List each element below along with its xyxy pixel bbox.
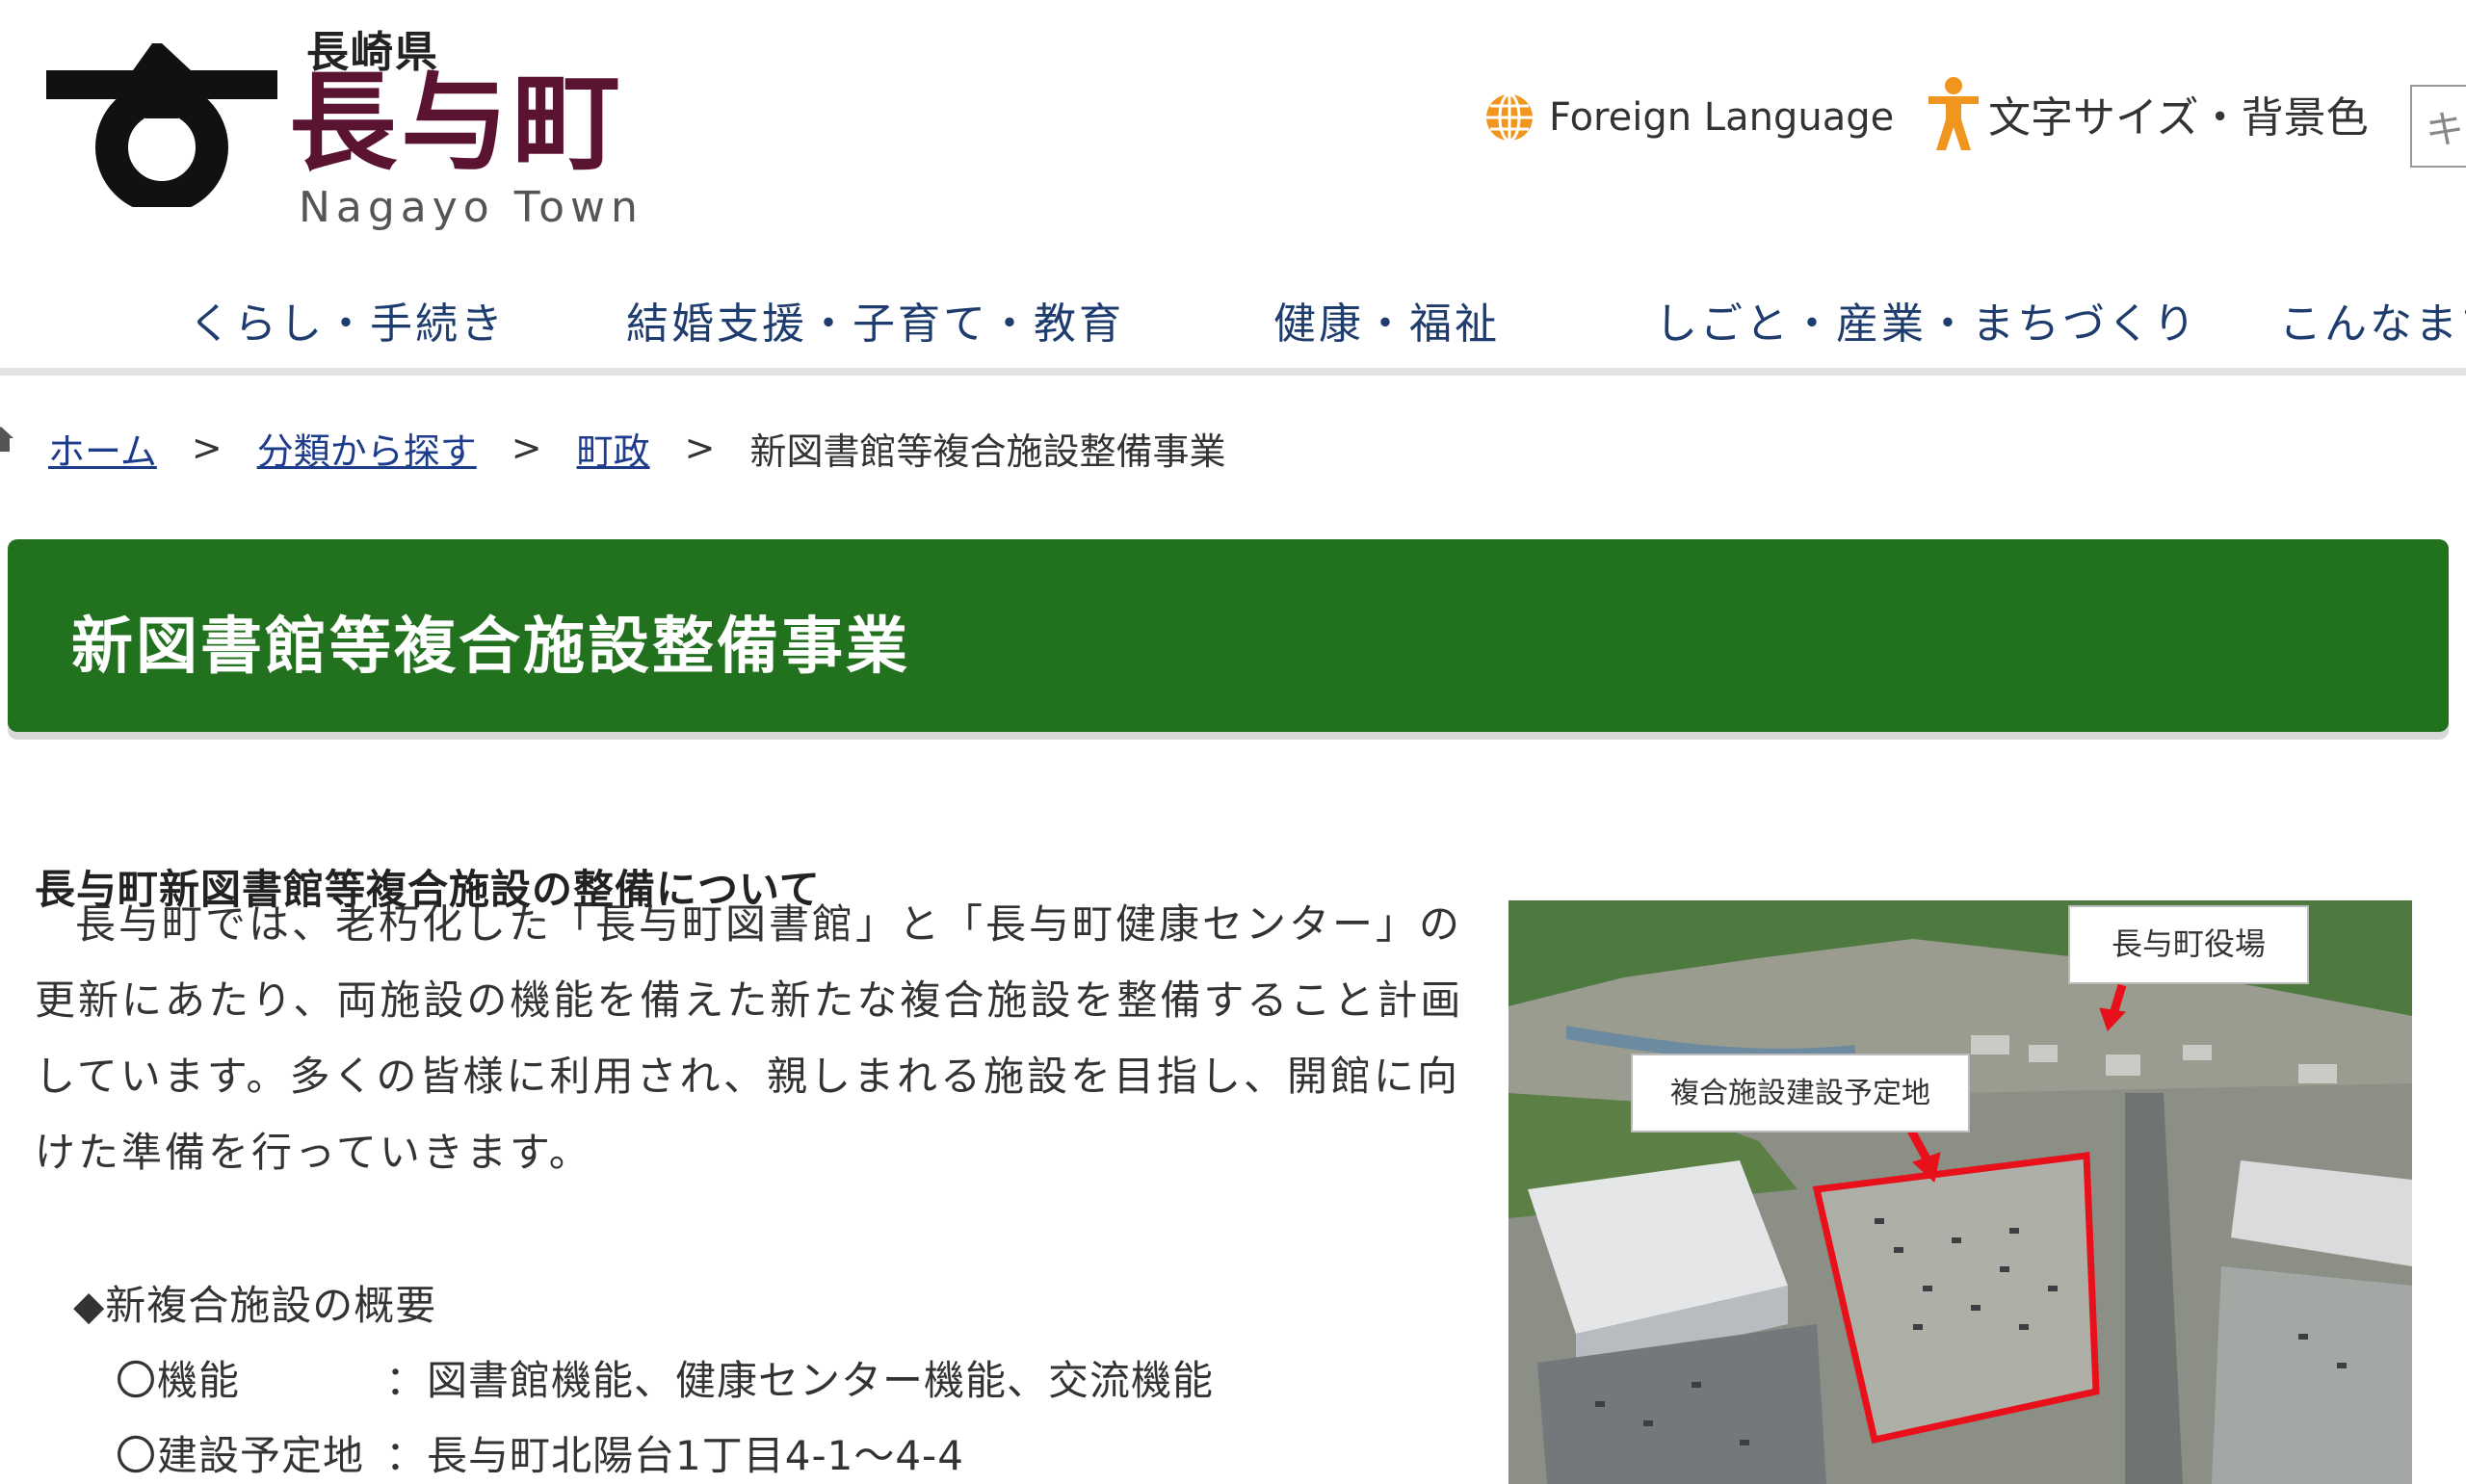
nav-item-health-welfare[interactable]: 健康・福祉 xyxy=(1273,289,1500,351)
home-icon xyxy=(0,427,13,452)
detail-label: 〇建設予定地 xyxy=(116,1432,365,1479)
detail-value: ：長与町北陽台1丁目4-1～4-4 xyxy=(385,1432,964,1479)
foreign-language-label: Foreign Language xyxy=(1549,95,1895,140)
text-size-background-link[interactable]: 文字サイズ・背景色 xyxy=(1927,77,2369,150)
nav-item-living-procedures[interactable]: くらし・手続き xyxy=(189,289,506,351)
logo-town-roman: Nagayo Town xyxy=(299,183,643,232)
aerial-site-photo: 長与町役場 複合施設建設予定地 xyxy=(1508,900,2412,1484)
page-title-band: 新図書館等複合施設整備事業 xyxy=(8,539,2449,732)
site-search-input[interactable]: キ xyxy=(2410,85,2466,168)
breadcrumb-home[interactable]: ホーム xyxy=(48,422,157,475)
breadcrumb-town-government[interactable]: 町政 xyxy=(577,422,650,475)
detail-row-site: 〇建設予定地 ：長与町北陽台1丁目4-1～4-4 xyxy=(116,1423,964,1482)
breadcrumb-separator: > xyxy=(191,427,223,469)
nav-item-marriage-childcare-education[interactable]: 結婚支援・子育て・教育 xyxy=(626,289,1124,351)
detail-row-function: 〇機能 ：図書館機能、健康センター機能、交流機能 xyxy=(116,1348,1214,1407)
svg-text:複合施設建設予定地: 複合施設建設予定地 xyxy=(1670,1077,1930,1110)
breadcrumb-category-search[interactable]: 分類から探す xyxy=(257,422,477,475)
aerial-photo-graphic: 長与町役場 複合施設建設予定地 xyxy=(1508,900,2412,1484)
text-size-background-label: 文字サイズ・背景色 xyxy=(1988,93,2369,143)
intro-paragraph: 長与町では、老朽化した「長与町図書館」と「長与町健康センター」の更新にあたり、両… xyxy=(35,900,1464,1176)
nav-item-about-town[interactable]: こんなまち xyxy=(2279,289,2466,351)
breadcrumb-separator: > xyxy=(684,427,716,469)
detail-label: 〇機能 xyxy=(116,1357,241,1404)
overview-heading: ◆新複合施設の概要 xyxy=(73,1282,437,1329)
breadcrumb-separator: > xyxy=(511,427,542,469)
photo-label-construction-site: 複合施設建設予定地 xyxy=(1631,1054,1970,1133)
accessibility-person-icon xyxy=(1928,77,1979,150)
globe-icon xyxy=(1486,92,1533,143)
photo-label-town-office: 長与町役場 xyxy=(2068,905,2309,984)
intro-text: 長与町では、老朽化した「長与町図書館」と「長与町健康センター」の更新にあたり、両… xyxy=(35,886,1480,1190)
site-header: 長崎県 長与町 Nagayo Town Foreign Language 文字サ… xyxy=(0,0,2466,260)
breadcrumb-current: 新図書館等複合施設整備事業 xyxy=(749,430,1226,473)
town-emblem-icon xyxy=(46,43,277,207)
foreign-language-link[interactable]: Foreign Language xyxy=(1483,91,1894,143)
logo-town-name: 長与町 xyxy=(289,61,624,186)
nav-item-work-industry-town[interactable]: しごと・産業・まちづくり xyxy=(1655,289,2198,351)
detail-value: ：図書館機能、健康センター機能、交流機能 xyxy=(385,1357,1215,1404)
page-title: 新図書館等複合施設整備事業 xyxy=(71,612,910,683)
global-nav: くらし・手続き 結婚支援・子育て・教育 健康・福祉 しごと・産業・まちづくり こ… xyxy=(0,279,2466,376)
breadcrumb: ホーム > 分類から探す > 町政 > 新図書館等複合施設整備事業 xyxy=(0,419,1225,477)
svg-text:長与町役場: 長与町役場 xyxy=(2112,925,2266,962)
